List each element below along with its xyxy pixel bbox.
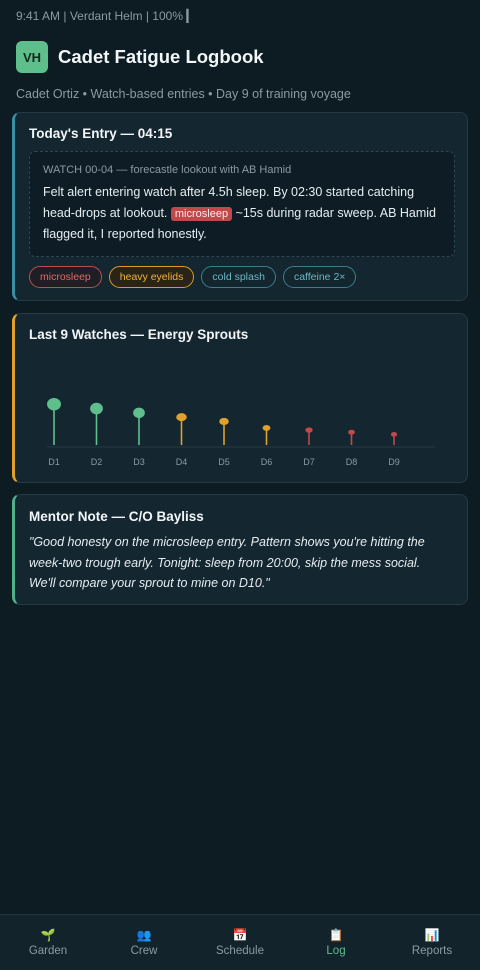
- calendar-icon: 📅: [232, 927, 248, 942]
- sprout-head-D9[interactable]: [390, 432, 398, 437]
- page-subtitle: Cadet Ortiz • Watch-based entries • Day …: [16, 87, 351, 101]
- tab-label: Schedule: [216, 944, 264, 957]
- tab-schedule[interactable]: 📅 Schedule: [192, 915, 288, 970]
- sprout-head-D3[interactable]: [133, 407, 145, 419]
- sprouts-title: Last 9 Watches — Energy Sprouts: [29, 327, 249, 342]
- x-tick-label: D6: [261, 457, 273, 467]
- sprout-head-D1[interactable]: [47, 397, 61, 411]
- entry-watch-meta: WATCH 00-04 — forecastle lookout with AB…: [43, 164, 292, 176]
- header: VH Cadet Fatigue Logbook: [16, 41, 464, 73]
- bar-chart-icon: 📊: [424, 927, 440, 942]
- bottom-tab-bar: 🌱 Garden 👥 Crew 📅 Schedule 📋 Log 📊 Repor…: [0, 914, 480, 970]
- todays-entry-card[interactable]: Today's Entry — 04:15 WATCH 00-04 — fore…: [12, 112, 468, 301]
- people-icon: 👥: [136, 927, 152, 942]
- tag-caffeine[interactable]: caffeine 2×: [282, 266, 357, 288]
- tab-reports[interactable]: 📊 Reports: [384, 915, 480, 970]
- status-bar: 9:41 AM | Verdant Helm | 100% ▎: [0, 0, 480, 32]
- entry-text: Felt alert entering watch after 4.5h sle…: [43, 182, 441, 245]
- x-tick-label: D1: [48, 457, 60, 467]
- tab-label: Log: [326, 944, 346, 957]
- entry-title: Today's Entry — 04:15: [29, 126, 173, 141]
- page-title: Cadet Fatigue Logbook: [58, 46, 264, 67]
- tab-label: Garden: [28, 944, 68, 957]
- sprout-head-D4[interactable]: [176, 413, 187, 422]
- entry-box: WATCH 00-04 — forecastle lookout with AB…: [29, 151, 455, 257]
- sprout-head-D2[interactable]: [90, 402, 103, 415]
- tab-label: Crew: [130, 944, 158, 957]
- inline-microsleep-tag: microsleep: [170, 206, 233, 221]
- tab-log[interactable]: 📋 Log: [288, 915, 384, 970]
- x-tick-label: D8: [346, 457, 358, 467]
- symptom-tags: microsleep heavy eyelids cold splash caf…: [29, 266, 357, 288]
- x-tick-label: D2: [91, 457, 103, 467]
- x-tick-label: D7: [303, 457, 315, 467]
- tag-microsleep[interactable]: microsleep: [29, 266, 102, 288]
- clipboard-icon: 📋: [328, 927, 344, 942]
- x-tick-label: D3: [133, 457, 145, 467]
- sprout-head-D5[interactable]: [219, 417, 229, 426]
- mentor-note-card: Mentor Note — C/O Bayliss "Good honesty …: [12, 494, 468, 605]
- tab-label: Reports: [411, 944, 453, 957]
- x-tick-label: D5: [218, 457, 230, 467]
- sprout-head-D7[interactable]: [305, 427, 313, 433]
- x-tick-label: D9: [388, 457, 400, 467]
- avatar[interactable]: VH: [16, 41, 48, 73]
- mentor-title: Mentor Note — C/O Bayliss: [29, 509, 204, 524]
- sprout-head-D6[interactable]: [262, 424, 271, 431]
- status-text: 9:41 AM | Verdant Helm | 100% ▎: [16, 9, 196, 23]
- energy-sprouts-card: D1 D2 D3 D4 D5 D6 D7 D8 D9 Last 9 Watches — Ener…: [12, 313, 468, 483]
- x-tick-label: D4: [176, 457, 188, 467]
- tag-cold-splash[interactable]: cold splash: [201, 266, 276, 288]
- mentor-text: "Good honesty on the microsleep entry. P…: [29, 535, 425, 590]
- sprout-head-D8[interactable]: [348, 429, 355, 435]
- tab-garden[interactable]: 🌱 Garden: [0, 915, 96, 970]
- tag-heavy-eyelids[interactable]: heavy eyelids: [108, 266, 195, 288]
- tab-crew[interactable]: 👥 Crew: [96, 915, 192, 970]
- sprout-icon: 🌱: [40, 927, 56, 942]
